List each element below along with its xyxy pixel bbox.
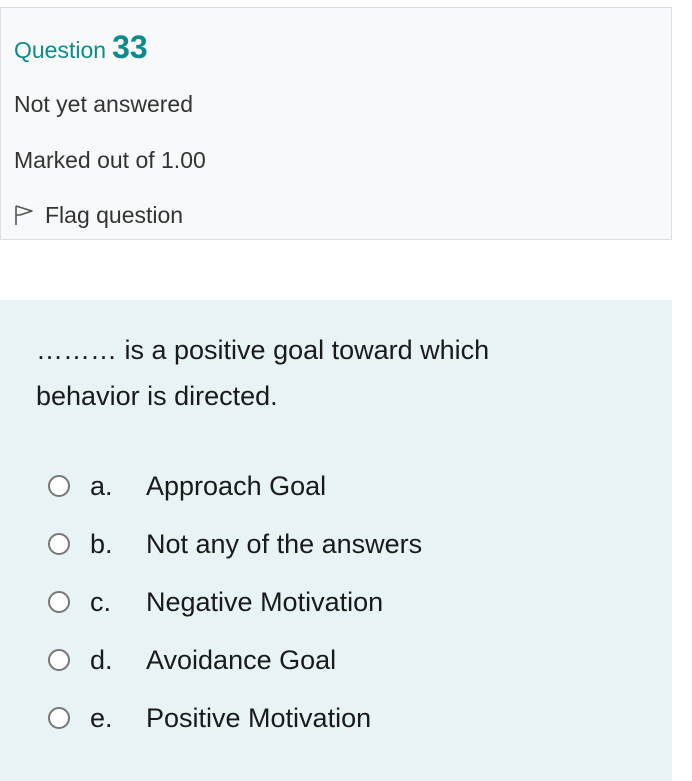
answer-state: Not yet answered <box>14 91 193 117</box>
option-e[interactable]: e. Positive Motivation <box>48 698 371 738</box>
option-letter: e. <box>90 702 113 733</box>
option-letter: d. <box>90 644 113 675</box>
option-label[interactable]: Positive Motivation <box>146 703 371 734</box>
flag-question-link[interactable]: Flag question <box>13 201 183 229</box>
option-letter: b. <box>90 528 113 559</box>
option-label[interactable]: Not any of the answers <box>146 529 422 560</box>
option-d[interactable]: d. Avoidance Goal <box>48 640 336 680</box>
option-b[interactable]: b. Not any of the answers <box>48 524 422 564</box>
question-formulation: ……… is a positive goal toward which beha… <box>0 300 672 781</box>
question-number-heading: Question 33 <box>14 31 148 63</box>
option-a[interactable]: a. Approach Goal <box>48 466 326 506</box>
grade-info: Marked out of 1.00 <box>14 147 206 173</box>
question-number: 33 <box>112 29 148 65</box>
radio-button[interactable] <box>48 533 70 555</box>
radio-button[interactable] <box>48 475 70 497</box>
radio-button[interactable] <box>48 649 70 671</box>
option-letter: a. <box>90 470 113 501</box>
option-label[interactable]: Avoidance Goal <box>146 645 336 676</box>
radio-button[interactable] <box>48 591 70 613</box>
question-info-panel: Question 33 Not yet answered Marked out o… <box>0 7 672 240</box>
flag-question-label: Flag question <box>45 202 184 228</box>
option-label[interactable]: Approach Goal <box>146 471 326 502</box>
flag-icon <box>15 205 33 225</box>
radio-button[interactable] <box>48 707 70 729</box>
question-text: ……… is a positive goal toward which beha… <box>36 335 490 411</box>
option-letter: c. <box>90 586 112 617</box>
option-label[interactable]: Negative Motivation <box>146 587 383 618</box>
question-label: Question <box>14 37 107 63</box>
option-c[interactable]: c. Negative Motivation <box>48 582 383 622</box>
